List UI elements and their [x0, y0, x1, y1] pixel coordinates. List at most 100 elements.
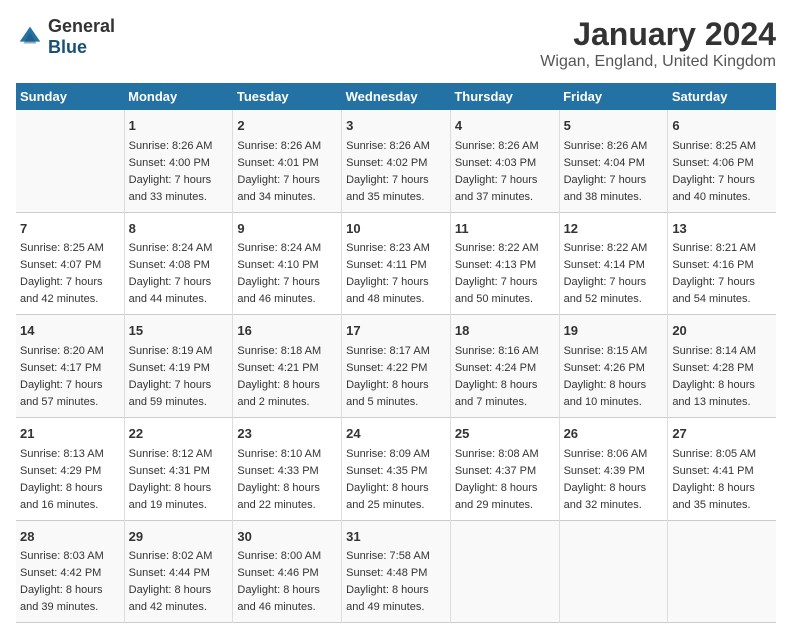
- logo-blue-text: Blue: [48, 37, 87, 57]
- cell-content: Sunrise: 8:08 AMSunset: 4:37 PMDaylight:…: [455, 446, 555, 514]
- header-day-friday: Friday: [559, 83, 668, 110]
- cell-content: Sunrise: 8:00 AMSunset: 4:46 PMDaylight:…: [237, 548, 337, 616]
- cell-line: and 54 minutes.: [672, 293, 750, 305]
- cell-line: Sunrise: 8:26 AM: [564, 140, 648, 152]
- cell-content: Sunrise: 8:24 AMSunset: 4:10 PMDaylight:…: [237, 240, 337, 308]
- cell-line: Daylight: 8 hours: [237, 482, 320, 494]
- cell-line: Daylight: 7 hours: [346, 174, 429, 186]
- cell-line: Daylight: 7 hours: [237, 174, 320, 186]
- cell-line: and 22 minutes.: [237, 499, 315, 511]
- calendar-cell: 22Sunrise: 8:12 AMSunset: 4:31 PMDayligh…: [124, 418, 233, 521]
- calendar-cell: 9Sunrise: 8:24 AMSunset: 4:10 PMDaylight…: [233, 212, 342, 315]
- cell-line: Daylight: 8 hours: [237, 379, 320, 391]
- day-number: 25: [455, 424, 555, 444]
- week-row-5: 28 Sunrise: 8:03 AM Sunset: 4:42 PM Dayligh…: [16, 520, 776, 623]
- cell-line: Sunset: 4:48 PM: [346, 567, 427, 579]
- calendar-cell: 14Sunrise: 8:20 AMSunset: 4:17 PMDayligh…: [16, 315, 124, 418]
- cell-content: Sunrise: 8:25 AMSunset: 4:07 PMDaylight:…: [20, 240, 120, 308]
- day-number: 4: [455, 116, 555, 136]
- cell-line: Sunset: 4:24 PM: [455, 362, 536, 374]
- cell-line: Daylight: 8 hours: [346, 584, 429, 596]
- cell-line: and 35 minutes.: [346, 191, 424, 203]
- day-number: 22: [129, 424, 229, 444]
- cell-line: Daylight: 7 hours: [564, 174, 647, 186]
- cell-content: Sunrise: 8:26 AMSunset: 4:03 PMDaylight:…: [455, 138, 555, 206]
- day-number: 15: [129, 321, 229, 341]
- calendar-cell: [668, 520, 776, 623]
- calendar-cell: [16, 110, 124, 212]
- cell-line: Sunset: 4:13 PM: [455, 259, 536, 271]
- calendar-cell: 28Sunrise: 8:03 AMSunset: 4:42 PMDayligh…: [16, 520, 124, 623]
- cell-content: Sunrise: 8:26 AMSunset: 4:00 PMDaylight:…: [129, 138, 229, 206]
- cell-line: Sunrise: 8:21 AM: [672, 242, 756, 254]
- cell-content: Sunrise: 8:20 AMSunset: 4:17 PMDaylight:…: [20, 343, 120, 411]
- cell-content: Sunrise: 8:15 AMSunset: 4:26 PMDaylight:…: [564, 343, 664, 411]
- calendar-cell: 19Sunrise: 8:15 AMSunset: 4:26 PMDayligh…: [559, 315, 668, 418]
- cell-line: Sunrise: 8:25 AM: [20, 242, 104, 254]
- calendar-cell: 29Sunrise: 8:02 AMSunset: 4:44 PMDayligh…: [124, 520, 233, 623]
- cell-line: Daylight: 8 hours: [346, 482, 429, 494]
- cell-content: Sunrise: 8:25 AMSunset: 4:06 PMDaylight:…: [672, 138, 772, 206]
- cell-line: Daylight: 8 hours: [672, 379, 755, 391]
- calendar-cell: 4Sunrise: 8:26 AMSunset: 4:03 PMDaylight…: [450, 110, 559, 212]
- main-title: January 2024: [540, 16, 776, 53]
- calendar-cell: 18Sunrise: 8:16 AMSunset: 4:24 PMDayligh…: [450, 315, 559, 418]
- day-number: 2: [237, 116, 337, 136]
- cell-line: and 52 minutes.: [564, 293, 642, 305]
- cell-line: Sunrise: 8:24 AM: [237, 242, 321, 254]
- cell-content: Sunrise: 8:14 AMSunset: 4:28 PMDaylight:…: [672, 343, 772, 411]
- day-number: 1: [129, 116, 229, 136]
- day-number: 5: [564, 116, 664, 136]
- header-day-monday: Monday: [124, 83, 233, 110]
- cell-line: and 57 minutes.: [20, 396, 98, 408]
- cell-content: Sunrise: 8:24 AMSunset: 4:08 PMDaylight:…: [129, 240, 229, 308]
- cell-line: Sunrise: 8:02 AM: [129, 550, 213, 562]
- cell-line: Sunset: 4:04 PM: [564, 157, 645, 169]
- cell-line: Sunset: 4:33 PM: [237, 465, 318, 477]
- calendar-cell: 27Sunrise: 8:05 AMSunset: 4:41 PMDayligh…: [668, 418, 776, 521]
- cell-content: Sunrise: 8:06 AMSunset: 4:39 PMDaylight:…: [564, 446, 664, 514]
- cell-line: Sunrise: 8:00 AM: [237, 550, 321, 562]
- day-number: 31: [346, 527, 446, 547]
- cell-line: Sunset: 4:02 PM: [346, 157, 427, 169]
- cell-content: Sunrise: 8:22 AMSunset: 4:14 PMDaylight:…: [564, 240, 664, 308]
- cell-line: Sunrise: 8:03 AM: [20, 550, 104, 562]
- cell-line: Sunrise: 8:09 AM: [346, 448, 430, 460]
- cell-line: Sunrise: 8:20 AM: [20, 345, 104, 357]
- cell-line: and 46 minutes.: [237, 293, 315, 305]
- cell-line: Sunset: 4:31 PM: [129, 465, 210, 477]
- cell-line: Sunset: 4:41 PM: [672, 465, 753, 477]
- calendar-cell: 25Sunrise: 8:08 AMSunset: 4:37 PMDayligh…: [450, 418, 559, 521]
- cell-line: Daylight: 7 hours: [129, 379, 212, 391]
- cell-line: Sunrise: 8:22 AM: [564, 242, 648, 254]
- header-day-thursday: Thursday: [450, 83, 559, 110]
- cell-line: Sunset: 4:07 PM: [20, 259, 101, 271]
- cell-line: and 2 minutes.: [237, 396, 309, 408]
- cell-line: Sunrise: 8:17 AM: [346, 345, 430, 357]
- cell-content: Sunrise: 8:09 AMSunset: 4:35 PMDaylight:…: [346, 446, 446, 514]
- cell-content: Sunrise: 8:13 AMSunset: 4:29 PMDaylight:…: [20, 446, 120, 514]
- cell-line: Sunset: 4:14 PM: [564, 259, 645, 271]
- cell-line: Sunset: 4:21 PM: [237, 362, 318, 374]
- cell-line: and 29 minutes.: [455, 499, 533, 511]
- day-number: 28: [20, 527, 120, 547]
- cell-line: Sunset: 4:42 PM: [20, 567, 101, 579]
- day-number: 7: [20, 219, 120, 239]
- calendar-cell: 6Sunrise: 8:25 AMSunset: 4:06 PMDaylight…: [668, 110, 776, 212]
- cell-line: and 38 minutes.: [564, 191, 642, 203]
- cell-line: Sunrise: 8:12 AM: [129, 448, 213, 460]
- header-day-wednesday: Wednesday: [342, 83, 451, 110]
- day-number: 8: [129, 219, 229, 239]
- calendar-cell: 7Sunrise: 8:25 AMSunset: 4:07 PMDaylight…: [16, 212, 124, 315]
- cell-line: Sunrise: 8:19 AM: [129, 345, 213, 357]
- calendar-cell: 8Sunrise: 8:24 AMSunset: 4:08 PMDaylight…: [124, 212, 233, 315]
- cell-line: Daylight: 8 hours: [455, 379, 538, 391]
- day-number: 24: [346, 424, 446, 444]
- cell-line: Daylight: 7 hours: [346, 276, 429, 288]
- cell-line: Sunrise: 8:05 AM: [672, 448, 756, 460]
- cell-line: Sunset: 4:28 PM: [672, 362, 753, 374]
- cell-line: Daylight: 8 hours: [20, 482, 103, 494]
- calendar-cell: 30Sunrise: 8:00 AMSunset: 4:46 PMDayligh…: [233, 520, 342, 623]
- cell-line: Sunrise: 8:08 AM: [455, 448, 539, 460]
- calendar-cell: [559, 520, 668, 623]
